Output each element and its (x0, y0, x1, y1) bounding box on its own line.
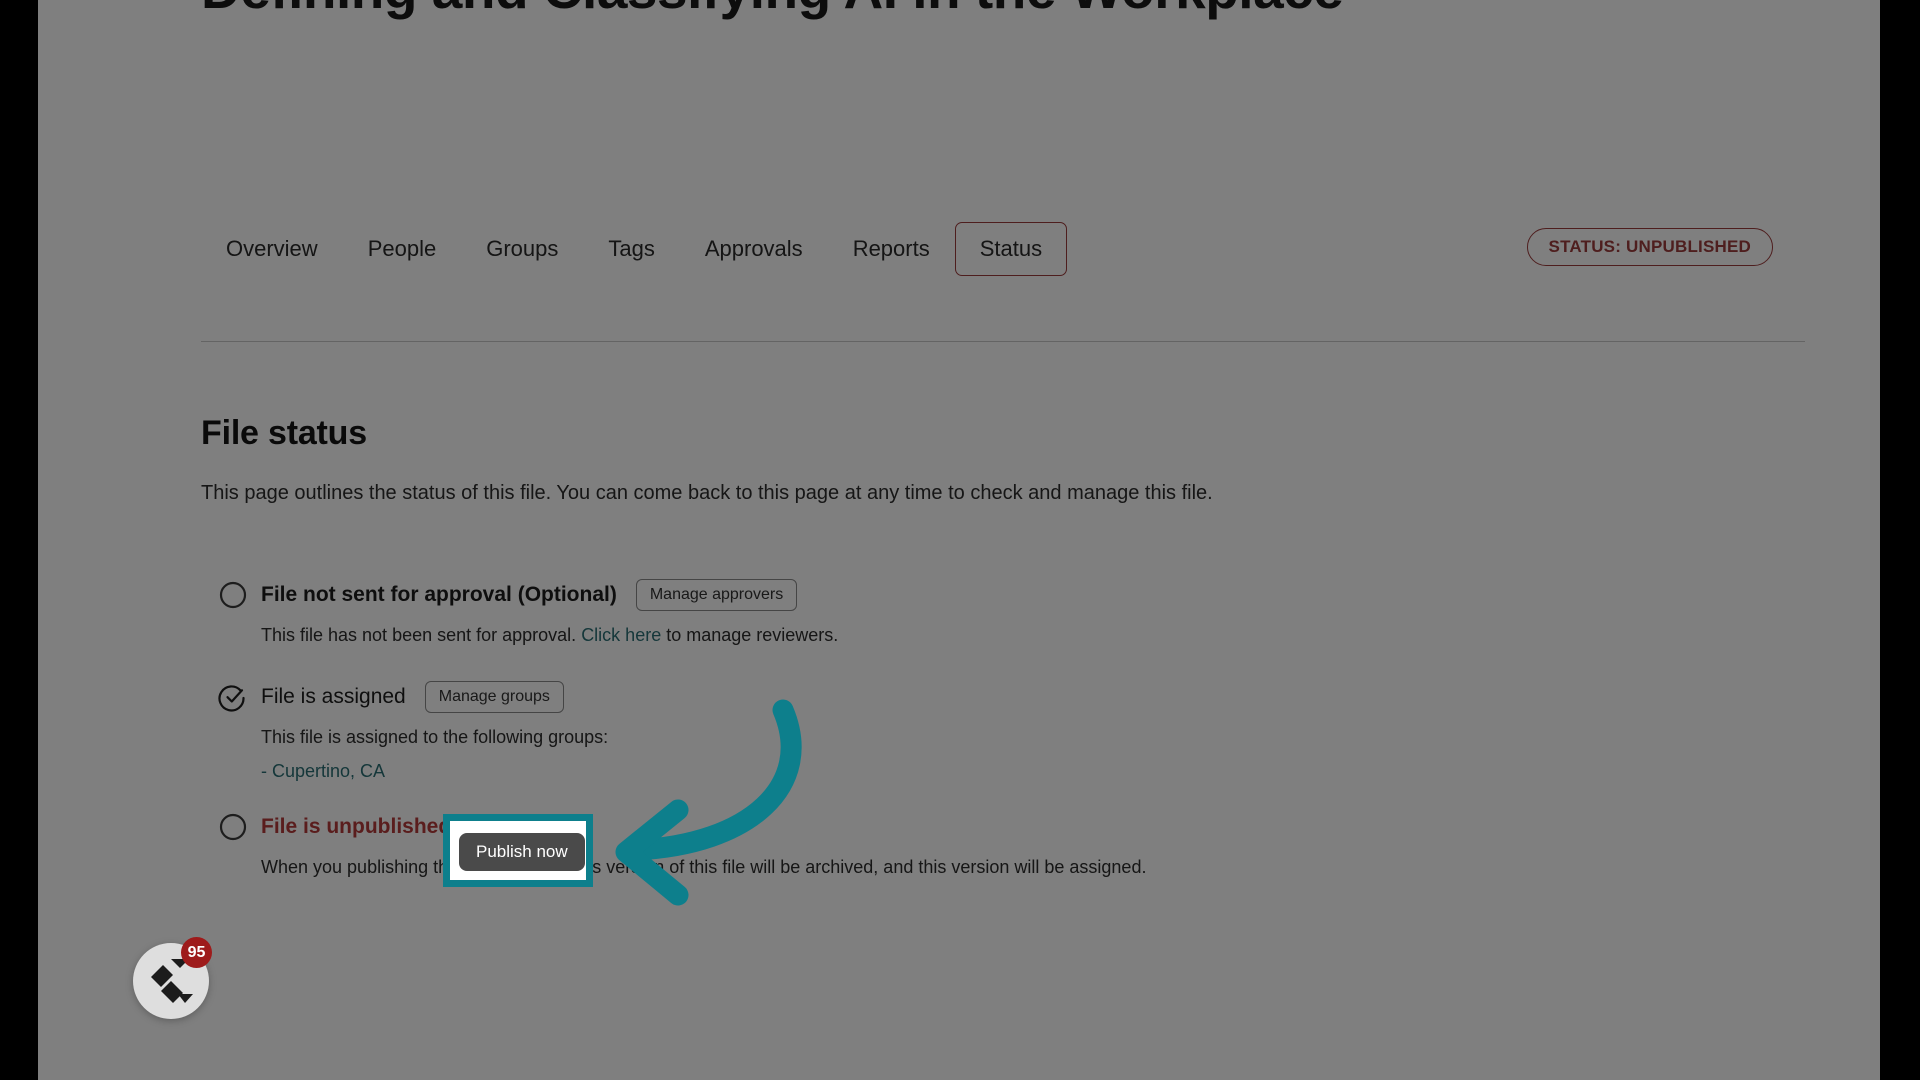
header-divider (201, 341, 1805, 342)
publish-now-button[interactable]: Publish now (459, 833, 585, 871)
tab-tags[interactable]: Tags (583, 222, 679, 276)
status-row-body: When you publishing this file, any previ… (261, 857, 1147, 877)
support-widget[interactable]: 95 (133, 937, 212, 1019)
manage-approvers-button[interactable]: Manage approvers (635, 579, 798, 611)
status-row-body: This file is assigned to the following g… (261, 727, 609, 747)
tab-overview[interactable]: Overview (201, 222, 343, 276)
check-circle-icon (218, 685, 245, 712)
click-here-link[interactable]: Click here (581, 625, 661, 645)
status-row-unpublished: File is unpublished ! When you publishin… (218, 810, 1146, 881)
status-row-assigned: File is assigned Manage groups This file… (218, 680, 608, 782)
tab-groups[interactable]: Groups (461, 222, 583, 276)
status-row-body: This file has not been sent for approval… (261, 621, 838, 649)
notification-badge: 95 (181, 937, 212, 968)
status-row-header: File is unpublished ! (218, 810, 1146, 844)
status-row-title: File is unpublished ! (261, 815, 465, 838)
status-row-header: File is assigned Manage groups (218, 680, 608, 714)
assigned-group-link[interactable]: - Cupertino, CA (261, 761, 608, 782)
status-row-approval: File not sent for approval (Optional) Ma… (218, 578, 838, 649)
section-description: This page outlines the status of this fi… (201, 482, 1213, 504)
status-row-title: File is assigned (261, 685, 406, 708)
screen-root: Defining and Classifying AI in the Workp… (0, 0, 1920, 1080)
status-row-header: File not sent for approval (Optional) Ma… (218, 578, 838, 612)
empty-circle-icon (219, 581, 247, 609)
section-heading: File status (201, 414, 367, 452)
status-badge: STATUS: UNPUBLISHED (1526, 228, 1773, 266)
manage-groups-button[interactable]: Manage groups (424, 681, 564, 713)
tab-approvals[interactable]: Approvals (680, 222, 828, 276)
tab-status[interactable]: Status (954, 222, 1068, 276)
page-content: Defining and Classifying AI in the Workp… (38, 0, 1880, 1080)
empty-circle-icon (219, 813, 247, 841)
status-row-title: File not sent for approval (Optional) (261, 583, 617, 606)
tab-bar: Overview People Groups Tags Approvals Re… (201, 222, 1068, 276)
tab-people[interactable]: People (343, 222, 462, 276)
status-row-body-text: This file has not been sent for approval… (261, 625, 582, 645)
page-title: Defining and Classifying AI in the Workp… (201, 0, 1351, 20)
tab-reports[interactable]: Reports (828, 222, 955, 276)
status-row-body-text-after: to manage reviewers. (661, 625, 839, 645)
